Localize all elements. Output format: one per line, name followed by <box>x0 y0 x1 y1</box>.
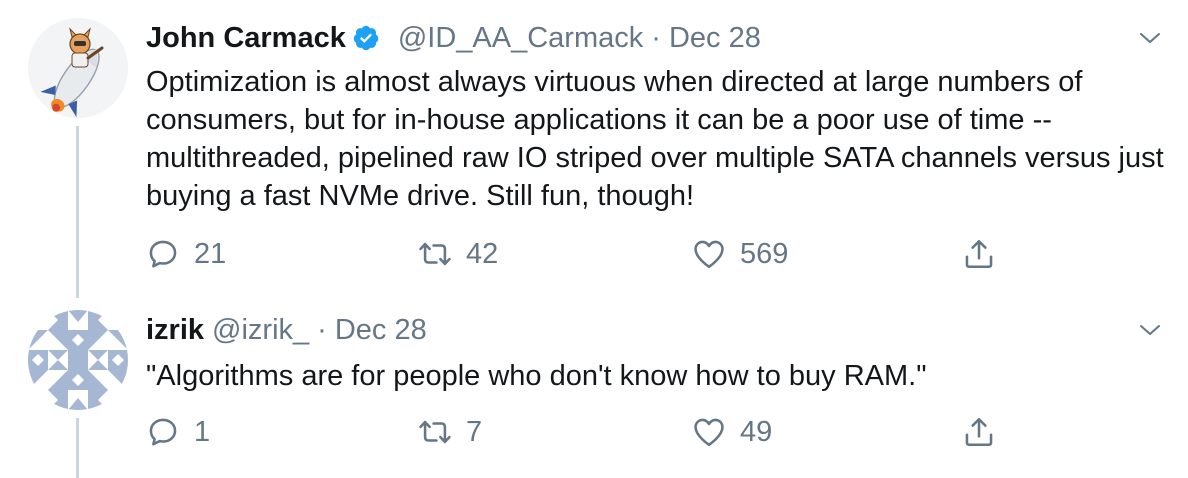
heart-icon <box>694 418 724 447</box>
tweet-text: Optimization is almost always virtuous w… <box>146 66 1164 212</box>
tweet-actions: 21 42 569 <box>146 234 1006 274</box>
like-count: 569 <box>740 237 789 270</box>
tweet-actions: 1 7 49 <box>146 412 1006 452</box>
chevron-down-icon[interactable] <box>1138 318 1162 342</box>
verified-badge-icon <box>353 25 379 51</box>
reply-button[interactable]: 1 <box>146 412 210 452</box>
rocket-cat-avatar-icon <box>28 18 128 118</box>
tweet-header: John Carmack @ID_AA_Carmack · Dec 28 <box>146 18 761 58</box>
retweet-button[interactable]: 7 <box>418 412 482 452</box>
share-icon <box>965 417 993 447</box>
tweet-text: "Algorithms are for people who don't kno… <box>146 360 927 392</box>
like-button[interactable]: 569 <box>692 234 788 274</box>
author-handle[interactable]: @ID_AA_Carmack <box>398 22 643 55</box>
tweet-date[interactable]: Dec 28 <box>335 314 427 347</box>
author-handle[interactable]: @izrik_ <box>212 314 309 347</box>
share-button[interactable] <box>962 412 996 452</box>
retweet-icon <box>419 420 451 444</box>
retweet-button[interactable]: 42 <box>418 234 498 274</box>
tweet-date[interactable]: Dec 28 <box>669 22 761 55</box>
retweet-count: 42 <box>466 237 499 270</box>
author-name[interactable]: John Carmack <box>146 22 346 55</box>
retweet-count: 7 <box>466 415 483 448</box>
identicon-avatar-icon <box>28 310 128 410</box>
separator-dot: · <box>651 21 661 54</box>
share-icon <box>965 239 993 269</box>
heart-icon <box>694 240 724 269</box>
tweet-header: izrik @izrik_ · Dec 28 <box>146 310 427 350</box>
like-button[interactable]: 49 <box>692 412 772 452</box>
author-name[interactable]: izrik <box>146 314 204 347</box>
like-count: 49 <box>740 415 773 448</box>
retweet-icon <box>419 242 451 266</box>
share-button[interactable] <box>962 234 996 274</box>
reply-icon <box>149 240 177 268</box>
reply-icon <box>149 418 177 446</box>
thread-line-bottom <box>76 418 79 478</box>
reply-count: 1 <box>194 415 211 448</box>
separator-dot: · <box>317 313 327 346</box>
avatar[interactable] <box>28 310 128 410</box>
chevron-down-icon[interactable] <box>1138 26 1162 50</box>
reply-count: 21 <box>194 237 227 270</box>
reply-button[interactable]: 21 <box>146 234 226 274</box>
thread-line-top <box>76 126 79 298</box>
avatar[interactable] <box>28 18 128 118</box>
